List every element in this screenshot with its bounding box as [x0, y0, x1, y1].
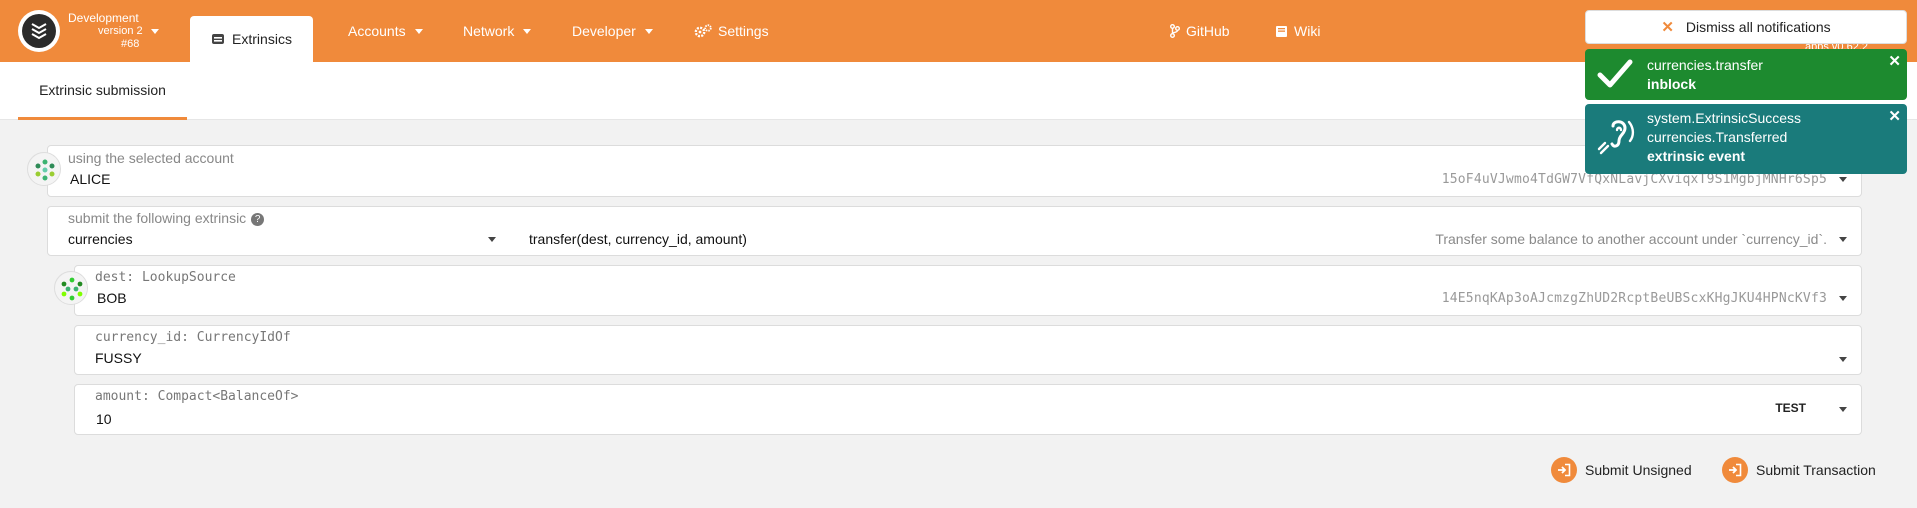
check-icon: [1597, 57, 1633, 94]
submit-unsigned-button[interactable]: Submit Unsigned: [1551, 457, 1692, 483]
module-dropdown-caret-icon[interactable]: [488, 237, 496, 242]
param-currency[interactable]: currency_id: CurrencyIdOf FUSSY: [74, 325, 1862, 375]
chevron-down-icon: [1839, 296, 1847, 301]
unit-dropdown-caret-icon[interactable]: [1839, 407, 1847, 412]
chevron-down-icon: [1839, 177, 1847, 182]
chain-name[interactable]: Development: [68, 11, 139, 25]
chevron-down-icon: [523, 28, 532, 34]
extrinsic-label-text: submit the following extrinsic: [68, 210, 247, 226]
nav-accounts[interactable]: Accounts: [348, 0, 423, 62]
chain-dropdown-caret-icon[interactable]: [151, 29, 159, 34]
extrinsic-call[interactable]: transfer(dest, currency_id, amount): [529, 231, 747, 247]
param-dest-address: 14E5nqKAp3oAJcmzgZhUD2RcptBeUBScxKHgJKU4…: [1441, 291, 1827, 306]
sign-in-icon: [1551, 457, 1577, 483]
amount-unit[interactable]: TEST: [1775, 401, 1806, 415]
param-amount[interactable]: amount: Compact<BalanceOf> 10 TEST: [74, 384, 1862, 435]
chain-logo[interactable]: [18, 10, 60, 52]
notification-event-name-1: system.ExtrinsicSuccess: [1647, 110, 1802, 126]
book-icon: [1275, 25, 1288, 38]
dismiss-all-label: Dismiss all notifications: [1685, 19, 1831, 35]
assistive-listening-icon: [1597, 116, 1637, 163]
notification-event-name-2: currencies.Transferred: [1647, 129, 1788, 145]
account-address: 15oF4uVJwmo4TdGW7VfQxNLavjCXviqxT9S1Mgbj…: [1441, 172, 1827, 187]
dest-identicon-icon: [54, 271, 88, 305]
param-currency-value: FUSSY: [95, 350, 142, 366]
nav-network-label: Network: [463, 23, 515, 39]
chevron-down-icon: [414, 28, 423, 34]
tab-extrinsic-submission[interactable]: Extrinsic submission: [18, 62, 187, 120]
notification-transfer-status: inblock: [1647, 76, 1697, 92]
param-currency-label: currency_id: CurrencyIdOf: [95, 330, 291, 345]
param-dest-label: dest: LookupSource: [95, 270, 236, 285]
substrate-logo-icon: [22, 14, 56, 48]
nav-github-label: GitHub: [1186, 23, 1230, 39]
nav-settings[interactable]: Settings: [694, 0, 769, 62]
nav-wiki[interactable]: Wiki: [1275, 0, 1320, 62]
nav-wiki-label: Wiki: [1294, 23, 1321, 39]
param-dest[interactable]: dest: LookupSource BOB 14E5nqKAp3oAJcmzg…: [74, 265, 1862, 316]
submit-transaction-label: Submit Transaction: [1756, 462, 1876, 478]
extrinsic-description: Transfer some balance to another account…: [1435, 231, 1827, 247]
extrinsic-module[interactable]: currencies: [68, 231, 133, 247]
close-notification-icon[interactable]: ✕: [1888, 107, 1901, 125]
help-icon[interactable]: ?: [251, 213, 265, 226]
param-amount-value[interactable]: 10: [96, 411, 112, 427]
chevron-down-icon: [644, 28, 653, 34]
notification-transfer: currencies.transfer inblock ✕: [1585, 49, 1907, 100]
chevron-down-icon: [1839, 357, 1847, 362]
nav-network[interactable]: Network: [463, 0, 532, 62]
param-amount-label: amount: Compact<BalanceOf>: [95, 389, 299, 404]
dismiss-all-notifications-button[interactable]: ✕ Dismiss all notifications: [1585, 10, 1907, 44]
sign-in-icon: [1722, 457, 1748, 483]
notification-event-type: extrinsic event: [1647, 148, 1746, 164]
account-name: ALICE: [70, 171, 111, 187]
gears-icon: [694, 24, 712, 38]
nav-developer[interactable]: Developer: [572, 0, 653, 62]
account-identicon-icon: [27, 152, 61, 186]
nav-extrinsics-label: Extrinsics: [232, 31, 292, 47]
nav-settings-label: Settings: [718, 23, 769, 39]
call-dropdown-caret-icon[interactable]: [1839, 237, 1847, 242]
submit-unsigned-label: Submit Unsigned: [1585, 462, 1692, 478]
extrinsic-label: submit the following extrinsic?: [68, 210, 265, 226]
nav-github[interactable]: GitHub: [1170, 0, 1230, 62]
code-branch-icon: [1170, 24, 1180, 38]
close-notification-icon[interactable]: ✕: [1888, 52, 1901, 70]
chain-version: version 2: [98, 25, 143, 37]
extrinsic-selector: submit the following extrinsic? currenci…: [47, 206, 1862, 256]
close-icon: ✕: [1661, 19, 1674, 36]
nav-developer-label: Developer: [572, 23, 636, 39]
account-label: using the selected account: [68, 150, 234, 166]
chain-build: #68: [121, 38, 140, 50]
notification-event: system.ExtrinsicSuccess currencies.Trans…: [1585, 104, 1907, 174]
nav-extrinsics[interactable]: Extrinsics: [190, 16, 313, 62]
param-dest-name: BOB: [97, 290, 127, 306]
submit-transaction-button[interactable]: Submit Transaction: [1722, 457, 1876, 483]
nav-accounts-label: Accounts: [348, 23, 406, 39]
extrinsics-icon: [211, 33, 225, 45]
notification-transfer-method: currencies.transfer: [1647, 57, 1763, 73]
